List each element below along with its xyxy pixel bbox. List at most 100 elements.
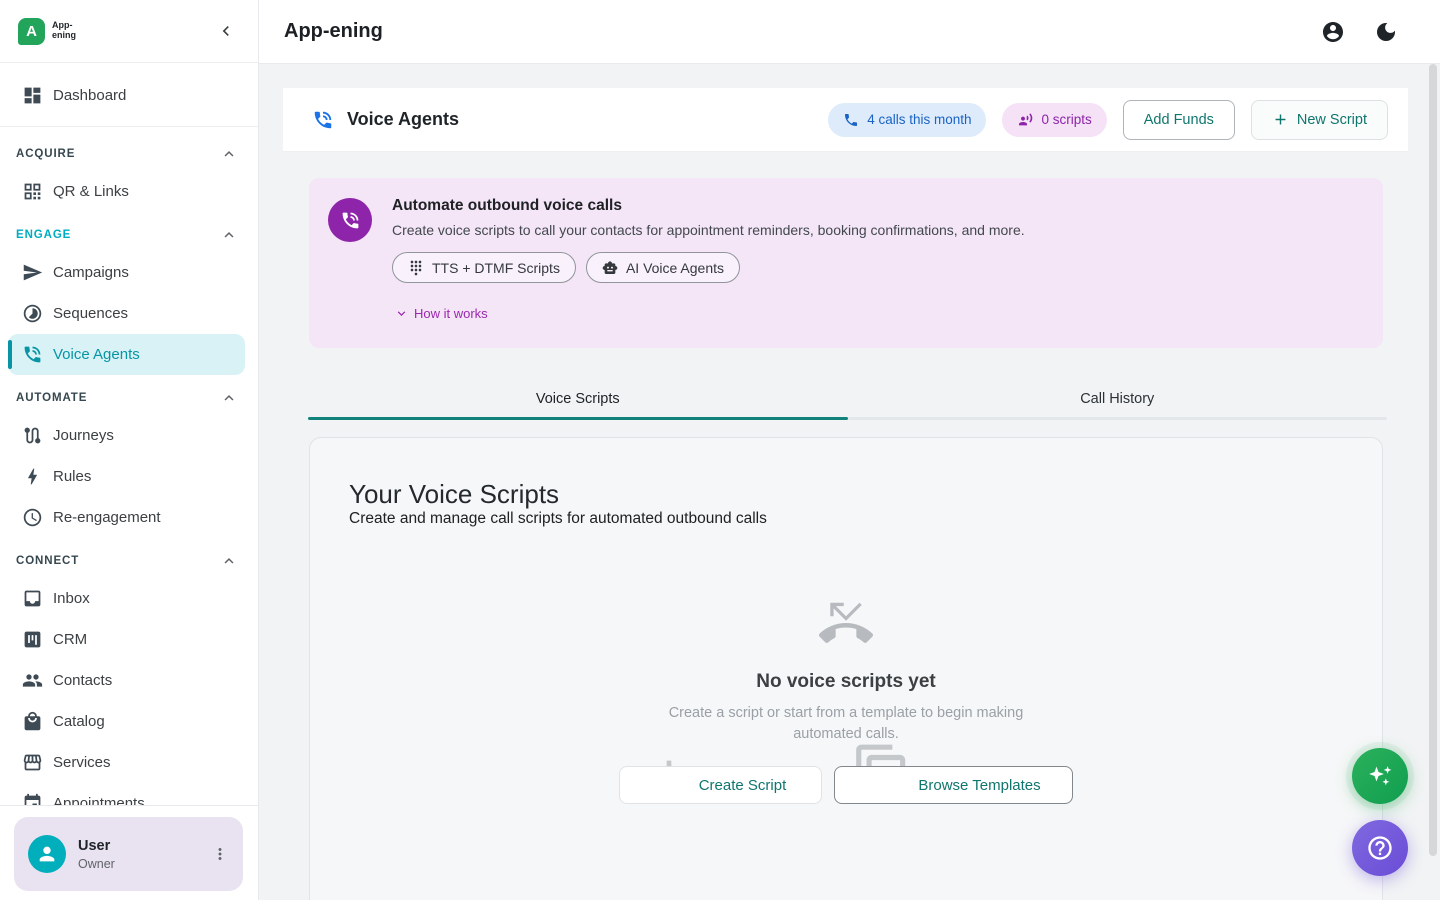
chevron-down-icon	[394, 306, 409, 321]
chip-label: TTS + DTMF Scripts	[432, 260, 560, 276]
sidebar-item-rules[interactable]: Rules	[0, 456, 258, 497]
create-script-button[interactable]: Create Script	[619, 766, 822, 804]
tab-underline	[308, 417, 848, 420]
calls-this-month-badge: 4 calls this month	[828, 103, 986, 137]
sidebar-item-contacts[interactable]: Contacts	[0, 660, 258, 701]
tab-call-history[interactable]: Call History	[848, 378, 1388, 420]
active-indicator	[8, 340, 12, 369]
sidebar-item-campaigns[interactable]: Campaigns	[0, 252, 258, 293]
moon-icon[interactable]	[1374, 20, 1398, 44]
how-it-works-label: How it works	[414, 306, 488, 321]
sidebar-item-label: Services	[53, 754, 111, 771]
sidebar-item-label: Appointments	[53, 795, 145, 805]
dashboard-icon	[22, 85, 43, 106]
sidebar-item-inbox[interactable]: Inbox	[0, 578, 258, 619]
sidebar-nav: Dashboard ACQUIRE QR & Links ENGAGE Camp…	[0, 64, 258, 805]
sidebar-item-crm[interactable]: CRM	[0, 619, 258, 660]
section-label: ENGAGE	[16, 229, 71, 241]
panel-title: Your Voice Scripts	[349, 479, 559, 510]
section-label: CONNECT	[16, 555, 79, 567]
sparkles-icon	[1366, 762, 1394, 790]
ai-assistant-fab[interactable]	[1352, 748, 1408, 804]
sidebar-item-dashboard[interactable]: Dashboard	[0, 75, 258, 116]
chip-label: AI Voice Agents	[626, 260, 724, 276]
new-script-label: New Script	[1297, 112, 1367, 128]
sidebar-item-label: Voice Agents	[53, 346, 140, 363]
browse-templates-label: Browse Templates	[918, 777, 1040, 794]
sidebar-logo-row: A App- ening	[0, 0, 258, 63]
sidebar-section-acquire[interactable]: ACQUIRE	[0, 137, 258, 171]
banner-chips: TTS + DTMF Scripts AI Voice Agents	[392, 252, 740, 283]
sidebar-item-label: Inbox	[53, 590, 90, 607]
sidebar-item-label: QR & Links	[53, 183, 129, 200]
info-banner: Automate outbound voice calls Create voi…	[309, 178, 1383, 348]
toolbar-left: Voice Agents	[312, 109, 828, 131]
shopping-bag-icon	[22, 711, 43, 732]
header-actions	[1321, 20, 1398, 44]
app-logo-letter: A	[26, 23, 37, 40]
phone-in-talk-icon	[340, 210, 361, 231]
empty-state-actions: Create Script Browse Templates	[310, 766, 1382, 804]
qr-code-icon	[22, 181, 43, 202]
sidebar-item-services[interactable]: Services	[0, 742, 258, 783]
main-content: Voice Agents 4 calls this month 0 script…	[259, 64, 1440, 900]
sidebar-section-automate[interactable]: AUTOMATE	[0, 381, 258, 415]
sidebar-item-label: Dashboard	[53, 87, 126, 104]
sidebar-item-qr-links[interactable]: QR & Links	[0, 171, 258, 212]
new-script-button[interactable]: New Script	[1251, 100, 1388, 140]
user-name: User	[78, 838, 207, 854]
sidebar-item-label: Sequences	[53, 305, 128, 322]
sidebar-item-label: CRM	[53, 631, 87, 648]
sidebar-item-label: Re-engagement	[53, 509, 161, 526]
people-icon	[22, 670, 43, 691]
scrollbar-thumb[interactable]	[1429, 64, 1437, 856]
tts-dtmf-chip[interactable]: TTS + DTMF Scripts	[392, 252, 576, 283]
ai-voice-agents-chip[interactable]: AI Voice Agents	[586, 252, 740, 283]
add-funds-button[interactable]: Add Funds	[1123, 100, 1235, 140]
sidebar-item-label: Journeys	[53, 427, 114, 444]
sidebar-item-sequences[interactable]: Sequences	[0, 293, 258, 334]
account-circle-icon[interactable]	[1321, 20, 1345, 44]
section-label: AUTOMATE	[16, 392, 87, 404]
how-it-works-link[interactable]: How it works	[394, 306, 488, 321]
scripts-badge-label: 0 scripts	[1041, 112, 1091, 127]
help-fab[interactable]	[1352, 820, 1408, 876]
sidebar-item-journeys[interactable]: Journeys	[0, 415, 258, 456]
sidebar-item-catalog[interactable]: Catalog	[0, 701, 258, 742]
tab-underline	[848, 417, 1388, 420]
empty-state-title: No voice scripts yet	[310, 671, 1382, 693]
toolbar-right: 4 calls this month 0 scripts Add Funds N…	[828, 100, 1388, 140]
empty-state-description: Create a script or start from a template…	[651, 703, 1041, 745]
section-title: Voice Agents	[347, 109, 459, 130]
clock-icon	[22, 507, 43, 528]
calendar-icon	[22, 793, 43, 805]
tab-label: Call History	[1080, 391, 1154, 407]
browse-templates-button[interactable]: Browse Templates	[834, 766, 1073, 804]
sidebar-item-label: Rules	[53, 468, 91, 485]
sidebar-user-area: User Owner	[0, 805, 258, 900]
robot-icon	[602, 260, 618, 276]
sidebar-section-engage[interactable]: ENGAGE	[0, 218, 258, 252]
storefront-icon	[22, 752, 43, 773]
chevron-up-icon	[220, 389, 238, 407]
bolt-icon	[22, 466, 43, 487]
user-meta: User Owner	[78, 838, 207, 871]
section-label: ACQUIRE	[16, 148, 75, 160]
sidebar-item-voice-agents[interactable]: Voice Agents	[8, 334, 245, 375]
tab-voice-scripts[interactable]: Voice Scripts	[308, 378, 848, 420]
sidebar-collapse-button[interactable]	[212, 17, 240, 45]
tab-bar: Voice Scripts Call History	[308, 378, 1387, 420]
chevron-up-icon	[220, 552, 238, 570]
page-title: App-ening	[284, 20, 1321, 43]
panel-subtitle: Create and manage call scripts for autom…	[349, 510, 767, 528]
user-role: Owner	[78, 857, 207, 871]
sidebar-item-re-engagement[interactable]: Re-engagement	[0, 497, 258, 538]
record-voice-over-icon	[1017, 112, 1033, 128]
user-card[interactable]: User Owner	[14, 817, 243, 891]
sidebar-section-connect[interactable]: CONNECT	[0, 544, 258, 578]
more-vert-icon	[211, 845, 229, 863]
sidebar-item-appointments[interactable]: Appointments	[0, 783, 258, 805]
route-icon	[22, 425, 43, 446]
user-menu-button[interactable]	[207, 841, 233, 867]
inbox-icon	[22, 588, 43, 609]
